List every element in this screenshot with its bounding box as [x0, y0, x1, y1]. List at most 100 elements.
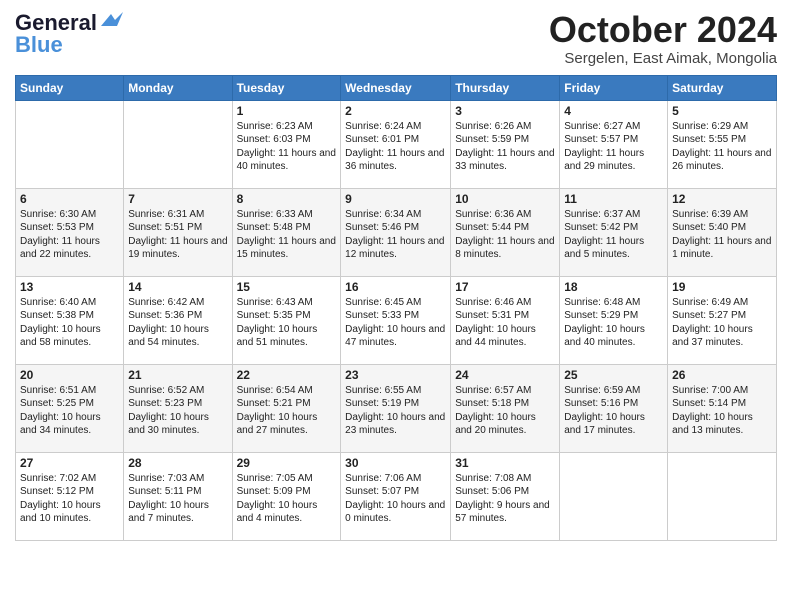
calendar-cell: 13 Sunrise: 6:40 AM Sunset: 5:38 PM Dayl…	[16, 276, 124, 364]
sunset-text: Sunset: 5:57 PM	[564, 134, 638, 145]
col-thursday: Thursday	[451, 75, 560, 100]
day-number: 22	[237, 368, 337, 382]
sunset-text: Sunset: 5:59 PM	[455, 134, 529, 145]
page: General Blue October 2024 Sergelen, East…	[0, 0, 792, 551]
day-number: 14	[128, 280, 227, 294]
daylight-text: Daylight: 11 hours and 26 minutes.	[672, 148, 771, 173]
sunrise-text: Sunrise: 7:05 AM	[237, 473, 313, 484]
header: General Blue October 2024 Sergelen, East…	[15, 10, 777, 67]
day-number: 1	[237, 104, 337, 118]
daylight-text: Daylight: 10 hours and 47 minutes.	[345, 324, 445, 349]
daylight-text: Daylight: 10 hours and 7 minutes.	[128, 500, 209, 525]
sunset-text: Sunset: 5:53 PM	[20, 222, 94, 233]
day-number: 31	[455, 456, 555, 470]
sunrise-text: Sunrise: 6:52 AM	[128, 385, 204, 396]
calendar-cell	[16, 100, 124, 188]
sunrise-text: Sunrise: 7:03 AM	[128, 473, 204, 484]
col-sunday: Sunday	[16, 75, 124, 100]
sunrise-text: Sunrise: 6:51 AM	[20, 385, 96, 396]
calendar-cell: 22 Sunrise: 6:54 AM Sunset: 5:21 PM Dayl…	[232, 364, 341, 452]
sunset-text: Sunset: 5:19 PM	[345, 398, 419, 409]
calendar-cell: 16 Sunrise: 6:45 AM Sunset: 5:33 PM Dayl…	[341, 276, 451, 364]
sunrise-text: Sunrise: 6:55 AM	[345, 385, 421, 396]
daylight-text: Daylight: 10 hours and 4 minutes.	[237, 500, 318, 525]
day-number: 21	[128, 368, 227, 382]
sunset-text: Sunset: 5:06 PM	[455, 486, 529, 497]
daylight-text: Daylight: 9 hours and 57 minutes.	[455, 500, 550, 525]
sunset-text: Sunset: 5:21 PM	[237, 398, 311, 409]
sunset-text: Sunset: 5:12 PM	[20, 486, 94, 497]
col-saturday: Saturday	[668, 75, 777, 100]
calendar-cell: 6 Sunrise: 6:30 AM Sunset: 5:53 PM Dayli…	[16, 188, 124, 276]
daylight-text: Daylight: 10 hours and 58 minutes.	[20, 324, 101, 349]
sunrise-text: Sunrise: 6:57 AM	[455, 385, 531, 396]
daylight-text: Daylight: 11 hours and 8 minutes.	[455, 236, 554, 261]
calendar-cell: 26 Sunrise: 7:00 AM Sunset: 5:14 PM Dayl…	[668, 364, 777, 452]
calendar-cell: 10 Sunrise: 6:36 AM Sunset: 5:44 PM Dayl…	[451, 188, 560, 276]
calendar-table: Sunday Monday Tuesday Wednesday Thursday…	[15, 75, 777, 541]
title-block: October 2024 Sergelen, East Aimak, Mongo…	[549, 10, 777, 67]
sunrise-text: Sunrise: 6:39 AM	[672, 209, 748, 220]
sunset-text: Sunset: 5:51 PM	[128, 222, 202, 233]
daylight-text: Daylight: 11 hours and 1 minute.	[672, 236, 771, 261]
sunrise-text: Sunrise: 6:54 AM	[237, 385, 313, 396]
sunrise-text: Sunrise: 7:02 AM	[20, 473, 96, 484]
col-wednesday: Wednesday	[341, 75, 451, 100]
sunrise-text: Sunrise: 6:27 AM	[564, 121, 640, 132]
sunrise-text: Sunrise: 7:06 AM	[345, 473, 421, 484]
day-number: 16	[345, 280, 446, 294]
sunrise-text: Sunrise: 6:29 AM	[672, 121, 748, 132]
daylight-text: Daylight: 10 hours and 40 minutes.	[564, 324, 645, 349]
sunset-text: Sunset: 5:46 PM	[345, 222, 419, 233]
calendar-cell: 30 Sunrise: 7:06 AM Sunset: 5:07 PM Dayl…	[341, 452, 451, 540]
sunset-text: Sunset: 5:36 PM	[128, 310, 202, 321]
day-number: 23	[345, 368, 446, 382]
calendar-cell: 2 Sunrise: 6:24 AM Sunset: 6:01 PM Dayli…	[341, 100, 451, 188]
sunset-text: Sunset: 6:03 PM	[237, 134, 311, 145]
sunrise-text: Sunrise: 6:43 AM	[237, 297, 313, 308]
day-number: 24	[455, 368, 555, 382]
sunset-text: Sunset: 5:29 PM	[564, 310, 638, 321]
header-row: Sunday Monday Tuesday Wednesday Thursday…	[16, 75, 777, 100]
day-number: 20	[20, 368, 119, 382]
calendar-cell	[560, 452, 668, 540]
sunset-text: Sunset: 5:23 PM	[128, 398, 202, 409]
calendar-cell	[668, 452, 777, 540]
calendar-cell: 4 Sunrise: 6:27 AM Sunset: 5:57 PM Dayli…	[560, 100, 668, 188]
sunset-text: Sunset: 5:27 PM	[672, 310, 746, 321]
location-subtitle: Sergelen, East Aimak, Mongolia	[549, 50, 777, 67]
calendar-week-row: 6 Sunrise: 6:30 AM Sunset: 5:53 PM Dayli…	[16, 188, 777, 276]
sunrise-text: Sunrise: 7:08 AM	[455, 473, 531, 484]
day-number: 3	[455, 104, 555, 118]
day-number: 11	[564, 192, 663, 206]
sunset-text: Sunset: 5:40 PM	[672, 222, 746, 233]
calendar-cell: 17 Sunrise: 6:46 AM Sunset: 5:31 PM Dayl…	[451, 276, 560, 364]
day-number: 7	[128, 192, 227, 206]
daylight-text: Daylight: 11 hours and 36 minutes.	[345, 148, 444, 173]
sunset-text: Sunset: 5:42 PM	[564, 222, 638, 233]
sunrise-text: Sunrise: 6:40 AM	[20, 297, 96, 308]
daylight-text: Daylight: 10 hours and 23 minutes.	[345, 412, 445, 437]
sunset-text: Sunset: 5:14 PM	[672, 398, 746, 409]
sunset-text: Sunset: 5:31 PM	[455, 310, 529, 321]
daylight-text: Daylight: 10 hours and 27 minutes.	[237, 412, 318, 437]
month-title: October 2024	[549, 10, 777, 50]
calendar-cell: 1 Sunrise: 6:23 AM Sunset: 6:03 PM Dayli…	[232, 100, 341, 188]
day-number: 27	[20, 456, 119, 470]
col-friday: Friday	[560, 75, 668, 100]
sunset-text: Sunset: 5:38 PM	[20, 310, 94, 321]
daylight-text: Daylight: 10 hours and 20 minutes.	[455, 412, 536, 437]
sunrise-text: Sunrise: 6:46 AM	[455, 297, 531, 308]
daylight-text: Daylight: 10 hours and 37 minutes.	[672, 324, 753, 349]
daylight-text: Daylight: 11 hours and 29 minutes.	[564, 148, 644, 173]
daylight-text: Daylight: 11 hours and 22 minutes.	[20, 236, 100, 261]
calendar-cell: 23 Sunrise: 6:55 AM Sunset: 5:19 PM Dayl…	[341, 364, 451, 452]
sunrise-text: Sunrise: 6:48 AM	[564, 297, 640, 308]
calendar-cell: 29 Sunrise: 7:05 AM Sunset: 5:09 PM Dayl…	[232, 452, 341, 540]
day-number: 10	[455, 192, 555, 206]
calendar-week-row: 13 Sunrise: 6:40 AM Sunset: 5:38 PM Dayl…	[16, 276, 777, 364]
daylight-text: Daylight: 10 hours and 13 minutes.	[672, 412, 753, 437]
logo: General Blue	[15, 10, 123, 58]
sunrise-text: Sunrise: 6:49 AM	[672, 297, 748, 308]
calendar-cell	[124, 100, 232, 188]
